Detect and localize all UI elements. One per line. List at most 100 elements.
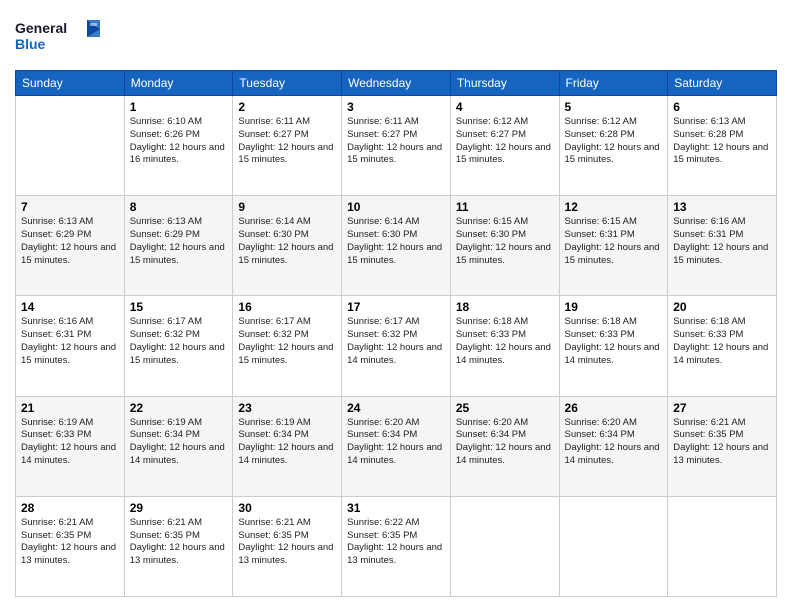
calendar-cell: 1 Sunrise: 6:10 AMSunset: 6:26 PMDaylight… [124,96,233,196]
week-row-4: 28 Sunrise: 6:21 AMSunset: 6:35 PMDayligh… [16,496,777,596]
cell-info: Sunrise: 6:13 AMSunset: 6:28 PMDaylight:… [673,116,771,167]
page: General Blue SundayMondayTuesdayWednesda… [0,0,792,612]
calendar-cell: 18Sunrise: 6:18 AMSunset: 6:33 PMDayligh… [450,296,559,396]
cell-day-number: 20 [673,300,771,314]
cell-day-number: 29 [130,501,228,515]
calendar-cell: 9 Sunrise: 6:14 AMSunset: 6:30 PMDaylight… [233,196,342,296]
calendar-cell: 6 Sunrise: 6:13 AMSunset: 6:28 PMDaylight… [668,96,777,196]
cell-day-number: 13 [673,200,771,214]
cell-info: Sunrise: 6:21 AMSunset: 6:35 PMDaylight:… [673,417,771,468]
calendar-body: 1 Sunrise: 6:10 AMSunset: 6:26 PMDaylight… [16,96,777,597]
calendar-cell: 15 Sunrise: 6:17 AMSunset: 6:32 PMDayligh… [124,296,233,396]
calendar-cell [450,496,559,596]
cell-info: Sunrise: 6:16 AMSunset: 6:31 PMDaylight:… [673,216,771,267]
calendar-cell: 8 Sunrise: 6:13 AMSunset: 6:29 PMDaylight… [124,196,233,296]
day-header-monday: Monday [124,71,233,96]
cell-day-number: 1 [130,100,228,114]
calendar-cell [16,96,125,196]
svg-text:General: General [15,20,67,36]
day-header-tuesday: Tuesday [233,71,342,96]
day-header-saturday: Saturday [668,71,777,96]
cell-info: Sunrise: 6:18 AMSunset: 6:33 PMDaylight:… [673,316,771,367]
cell-day-number: 19 [565,300,663,314]
calendar-cell: 19 Sunrise: 6:18 AMSunset: 6:33 PMDayligh… [559,296,668,396]
calendar-cell: 13 Sunrise: 6:16 AMSunset: 6:31 PMDayligh… [668,196,777,296]
day-header-thursday: Thursday [450,71,559,96]
calendar-cell: 14Sunrise: 6:16 AMSunset: 6:31 PMDayligh… [16,296,125,396]
cell-info: Sunrise: 6:14 AMSunset: 6:30 PMDaylight:… [347,216,445,267]
calendar-cell: 17Sunrise: 6:17 AMSunset: 6:32 PMDayligh… [342,296,451,396]
cell-day-number: 30 [238,501,336,515]
cell-day-number: 9 [238,200,336,214]
cell-day-number: 23 [238,401,336,415]
cell-info: Sunrise: 6:13 AMSunset: 6:29 PMDaylight:… [130,216,228,267]
cell-day-number: 15 [130,300,228,314]
cell-day-number: 3 [347,100,445,114]
week-row-3: 21 Sunrise: 6:19 AMSunset: 6:33 PMDayligh… [16,396,777,496]
calendar-cell [668,496,777,596]
cell-day-number: 17 [347,300,445,314]
cell-day-number: 31 [347,501,445,515]
calendar-cell: 25 Sunrise: 6:20 AMSunset: 6:34 PMDayligh… [450,396,559,496]
calendar-cell: 21 Sunrise: 6:19 AMSunset: 6:33 PMDayligh… [16,396,125,496]
calendar-cell: 4 Sunrise: 6:12 AMSunset: 6:27 PMDaylight… [450,96,559,196]
calendar-table: SundayMondayTuesdayWednesdayThursdayFrid… [15,70,777,597]
calendar-cell: 12Sunrise: 6:15 AMSunset: 6:31 PMDayligh… [559,196,668,296]
calendar-cell: 23 Sunrise: 6:19 AMSunset: 6:34 PMDayligh… [233,396,342,496]
calendar-cell: 5Sunrise: 6:12 AMSunset: 6:28 PMDaylight… [559,96,668,196]
calendar-header: SundayMondayTuesdayWednesdayThursdayFrid… [16,71,777,96]
cell-info: Sunrise: 6:19 AMSunset: 6:34 PMDaylight:… [238,417,336,468]
calendar-cell: 20 Sunrise: 6:18 AMSunset: 6:33 PMDayligh… [668,296,777,396]
logo: General Blue [15,15,105,60]
svg-text:Blue: Blue [15,36,46,52]
cell-day-number: 27 [673,401,771,415]
cell-info: Sunrise: 6:10 AMSunset: 6:26 PMDaylight:… [130,116,228,167]
day-header-friday: Friday [559,71,668,96]
calendar-cell: 24 Sunrise: 6:20 AMSunset: 6:34 PMDayligh… [342,396,451,496]
week-row-0: 1 Sunrise: 6:10 AMSunset: 6:26 PMDaylight… [16,96,777,196]
cell-info: Sunrise: 6:20 AMSunset: 6:34 PMDaylight:… [565,417,663,468]
cell-info: Sunrise: 6:19 AMSunset: 6:34 PMDaylight:… [130,417,228,468]
cell-day-number: 25 [456,401,554,415]
calendar-cell: 28Sunrise: 6:21 AMSunset: 6:35 PMDayligh… [16,496,125,596]
day-header-sunday: Sunday [16,71,125,96]
cell-info: Sunrise: 6:14 AMSunset: 6:30 PMDaylight:… [238,216,336,267]
cell-day-number: 21 [21,401,119,415]
cell-info: Sunrise: 6:21 AMSunset: 6:35 PMDaylight:… [130,517,228,568]
cell-info: Sunrise: 6:17 AMSunset: 6:32 PMDaylight:… [130,316,228,367]
cell-info: Sunrise: 6:15 AMSunset: 6:30 PMDaylight:… [456,216,554,267]
calendar-cell: 26 Sunrise: 6:20 AMSunset: 6:34 PMDayligh… [559,396,668,496]
cell-info: Sunrise: 6:21 AMSunset: 6:35 PMDaylight:… [238,517,336,568]
cell-info: Sunrise: 6:20 AMSunset: 6:34 PMDaylight:… [456,417,554,468]
cell-day-number: 22 [130,401,228,415]
cell-day-number: 26 [565,401,663,415]
cell-info: Sunrise: 6:18 AMSunset: 6:33 PMDaylight:… [565,316,663,367]
cell-day-number: 10 [347,200,445,214]
cell-info: Sunrise: 6:13 AMSunset: 6:29 PMDaylight:… [21,216,119,267]
week-row-2: 14Sunrise: 6:16 AMSunset: 6:31 PMDayligh… [16,296,777,396]
week-row-1: 7Sunrise: 6:13 AMSunset: 6:29 PMDaylight… [16,196,777,296]
day-header-wednesday: Wednesday [342,71,451,96]
calendar-cell: 27 Sunrise: 6:21 AMSunset: 6:35 PMDayligh… [668,396,777,496]
cell-day-number: 6 [673,100,771,114]
cell-day-number: 4 [456,100,554,114]
calendar-cell: 22 Sunrise: 6:19 AMSunset: 6:34 PMDayligh… [124,396,233,496]
calendar-cell: 16Sunrise: 6:17 AMSunset: 6:32 PMDayligh… [233,296,342,396]
cell-info: Sunrise: 6:12 AMSunset: 6:27 PMDaylight:… [456,116,554,167]
cell-day-number: 28 [21,501,119,515]
day-header-row: SundayMondayTuesdayWednesdayThursdayFrid… [16,71,777,96]
cell-info: Sunrise: 6:11 AMSunset: 6:27 PMDaylight:… [347,116,445,167]
calendar-cell: 2Sunrise: 6:11 AMSunset: 6:27 PMDaylight… [233,96,342,196]
header: General Blue [15,15,777,60]
cell-day-number: 8 [130,200,228,214]
cell-info: Sunrise: 6:12 AMSunset: 6:28 PMDaylight:… [565,116,663,167]
cell-info: Sunrise: 6:16 AMSunset: 6:31 PMDaylight:… [21,316,119,367]
calendar-cell: 11Sunrise: 6:15 AMSunset: 6:30 PMDayligh… [450,196,559,296]
cell-info: Sunrise: 6:22 AMSunset: 6:35 PMDaylight:… [347,517,445,568]
cell-day-number: 12 [565,200,663,214]
cell-info: Sunrise: 6:19 AMSunset: 6:33 PMDaylight:… [21,417,119,468]
cell-day-number: 24 [347,401,445,415]
calendar-cell: 29 Sunrise: 6:21 AMSunset: 6:35 PMDayligh… [124,496,233,596]
calendar-cell: 3 Sunrise: 6:11 AMSunset: 6:27 PMDaylight… [342,96,451,196]
cell-info: Sunrise: 6:20 AMSunset: 6:34 PMDaylight:… [347,417,445,468]
